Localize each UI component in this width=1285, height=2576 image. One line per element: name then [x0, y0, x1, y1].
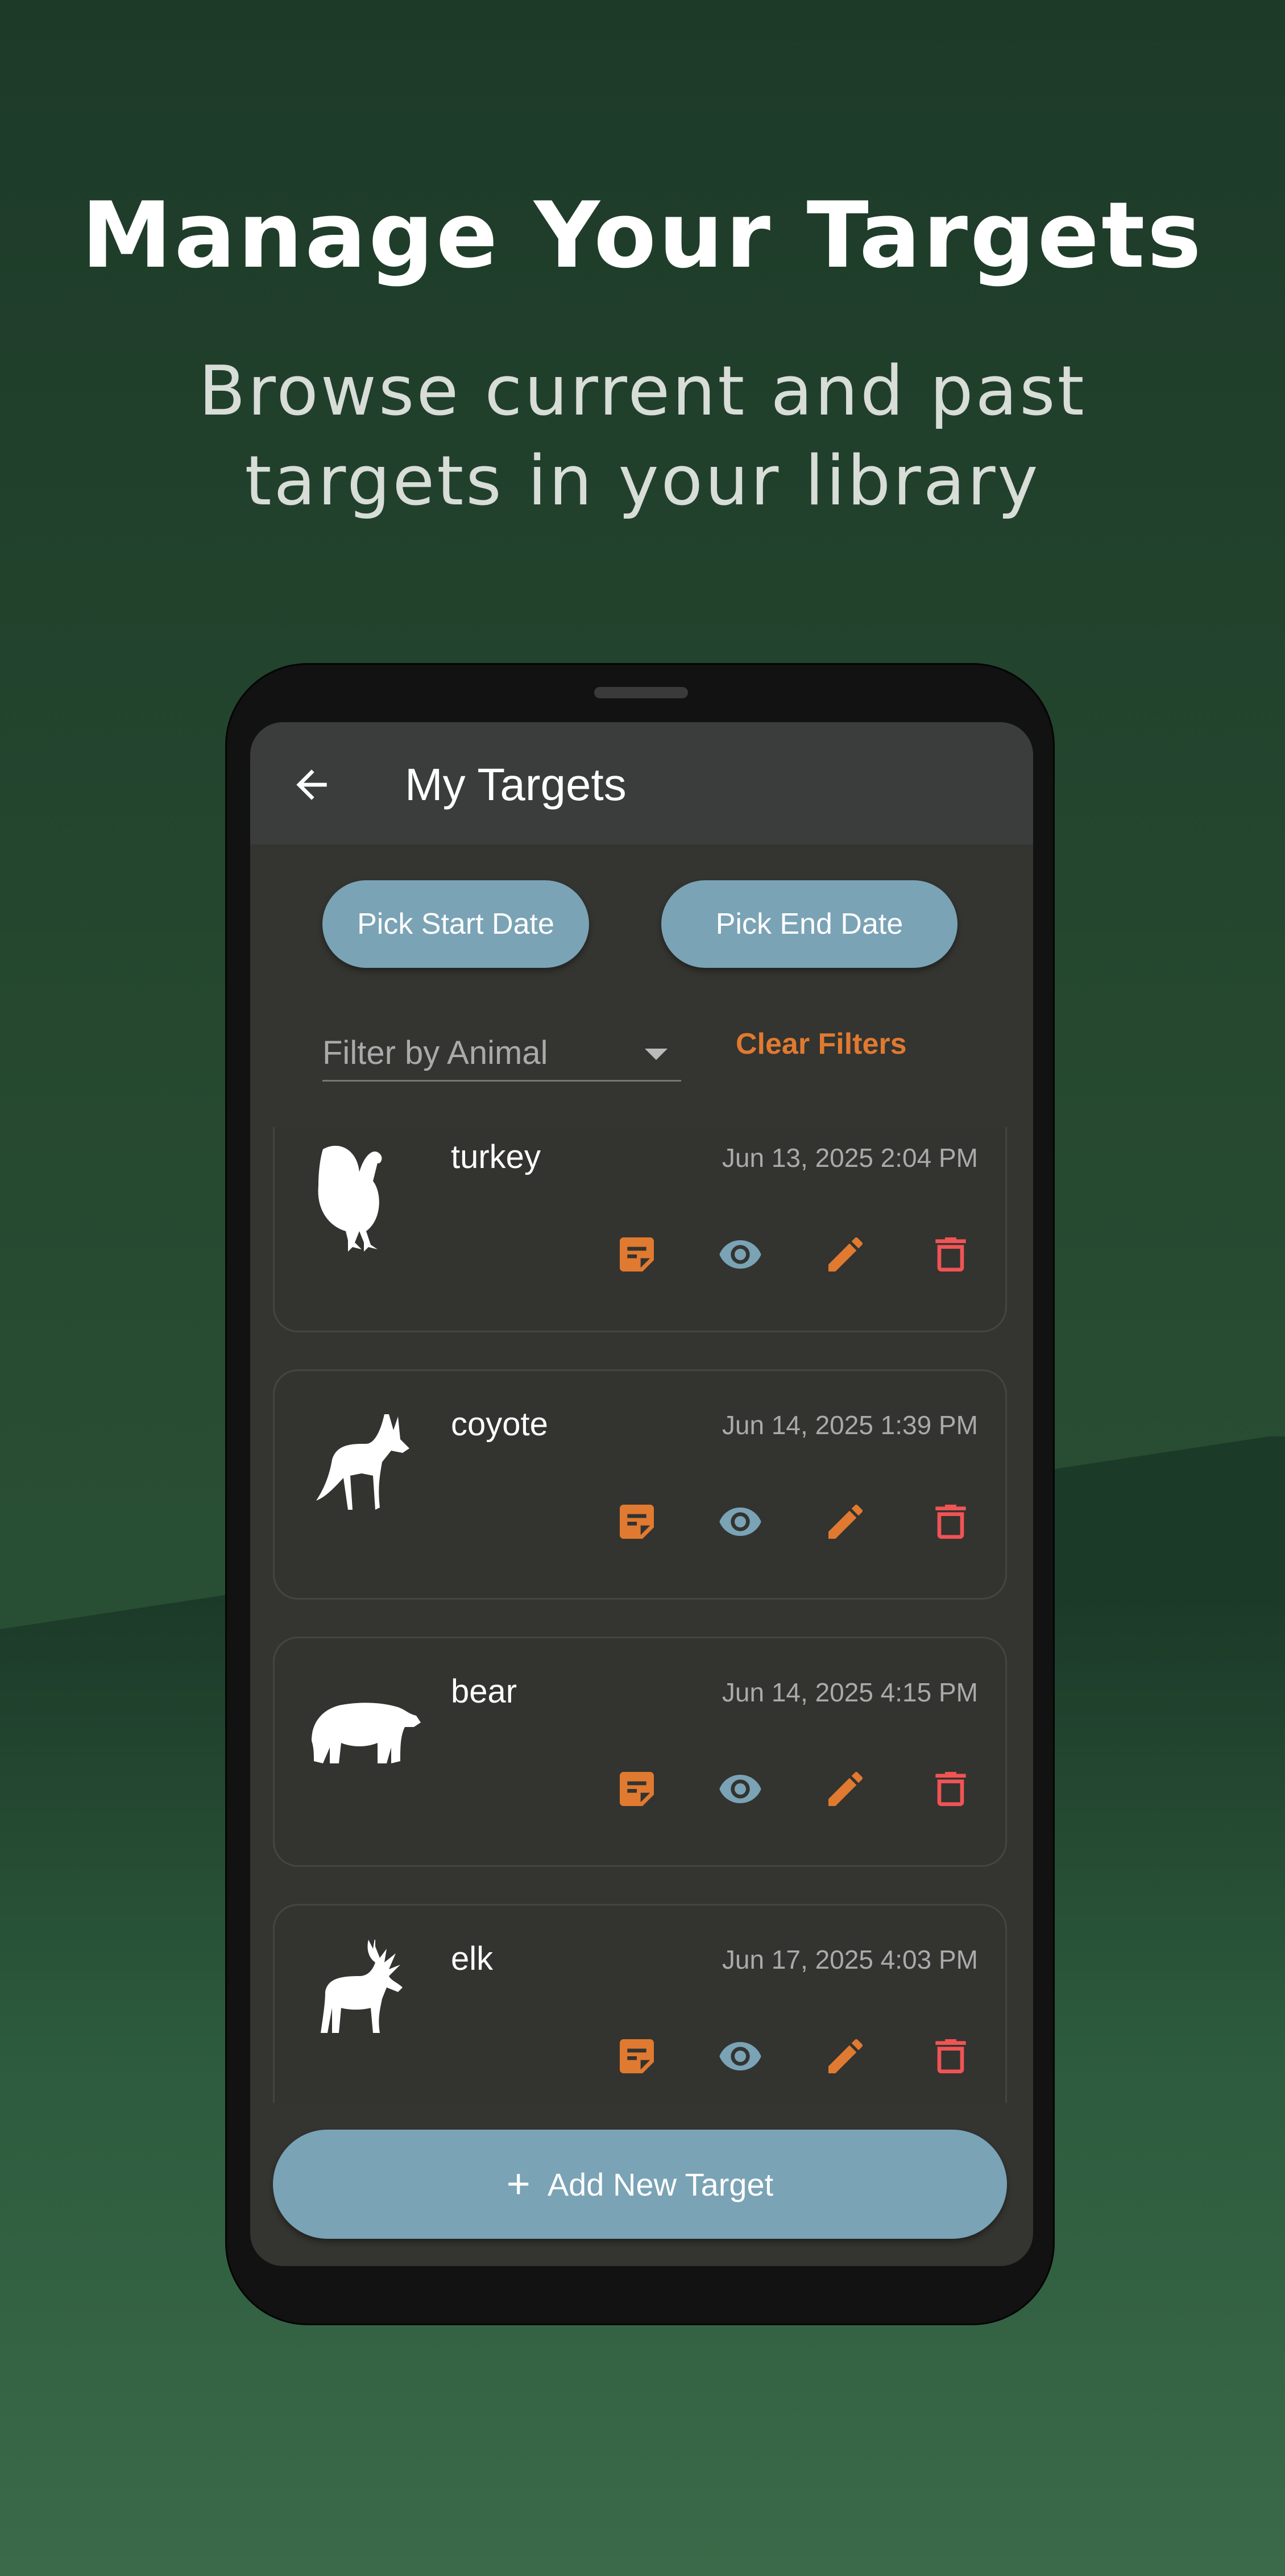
view-eye-icon[interactable] [718, 1499, 763, 1544]
target-card[interactable]: elk Jun 17, 2025 4:03 PM [273, 1904, 1007, 2103]
app-screen: My Targets Pick Start Date Pick End Date… [250, 722, 1033, 2266]
delete-trash-icon[interactable] [928, 1766, 973, 1812]
notes-icon[interactable] [614, 1232, 660, 1277]
turkey-silhouette-icon [318, 1145, 382, 1252]
delete-trash-icon[interactable] [928, 2034, 973, 2079]
elk-silhouette-icon [321, 1940, 403, 2033]
pick-start-date-button[interactable]: Pick Start Date [322, 880, 589, 968]
notes-icon[interactable] [614, 2034, 660, 2079]
target-name: turkey [451, 1138, 541, 1175]
delete-trash-icon[interactable] [928, 1499, 973, 1544]
add-new-target-button[interactable]: + Add New Target [273, 2130, 1007, 2239]
add-new-target-label: Add New Target [547, 2166, 774, 2202]
app-bar: My Targets [250, 722, 1033, 844]
filter-placeholder: Filter by Animal [322, 1034, 548, 1071]
target-name: coyote [451, 1406, 548, 1443]
target-date: Jun 17, 2025 4:03 PM [722, 1945, 978, 1974]
targets-list[interactable]: turkey Jun 13, 2025 2:04 PM coyote Jun 1… [250, 1127, 1033, 2103]
bear-silhouette-icon [312, 1703, 421, 1763]
animal-filter-dropdown[interactable]: Filter by Animal [322, 1022, 681, 1082]
target-card[interactable]: turkey Jun 13, 2025 2:04 PM [273, 1127, 1007, 1332]
headline: Manage Your Targets [81, 182, 1204, 288]
subtitle-line-2: targets in your library [244, 442, 1041, 521]
notes-icon[interactable] [614, 1499, 660, 1544]
target-card[interactable]: bear Jun 14, 2025 4:15 PM [273, 1637, 1007, 1867]
delete-trash-icon[interactable] [928, 1232, 973, 1277]
phone-speaker [594, 687, 688, 698]
view-eye-icon[interactable] [718, 1232, 763, 1277]
pick-end-date-button[interactable]: Pick End Date [661, 880, 957, 968]
plus-icon: + [506, 2161, 530, 2207]
edit-pencil-icon[interactable] [823, 1232, 868, 1277]
target-date: Jun 14, 2025 4:15 PM [722, 1678, 978, 1707]
subtitle: Browse current and past targets in your … [0, 347, 1285, 527]
page-title: My Targets [405, 759, 627, 810]
dropdown-arrow-icon [645, 1049, 668, 1060]
target-date: Jun 13, 2025 2:04 PM [722, 1143, 978, 1173]
edit-pencil-icon[interactable] [823, 1499, 868, 1544]
subtitle-line-1: Browse current and past [198, 352, 1087, 431]
clear-filters-button[interactable]: Clear Filters [736, 1027, 907, 1061]
target-date: Jun 14, 2025 1:39 PM [722, 1410, 978, 1440]
edit-pencil-icon[interactable] [823, 2034, 868, 2079]
target-name: bear [451, 1673, 517, 1710]
notes-icon[interactable] [614, 1766, 660, 1812]
view-eye-icon[interactable] [718, 1766, 763, 1812]
target-name: elk [451, 1940, 494, 1977]
coyote-silhouette-icon [316, 1414, 409, 1510]
edit-pencil-icon[interactable] [823, 1766, 868, 1812]
back-arrow-icon[interactable] [289, 762, 334, 807]
target-card[interactable]: coyote Jun 14, 2025 1:39 PM [273, 1369, 1007, 1600]
view-eye-icon[interactable] [718, 2034, 763, 2079]
